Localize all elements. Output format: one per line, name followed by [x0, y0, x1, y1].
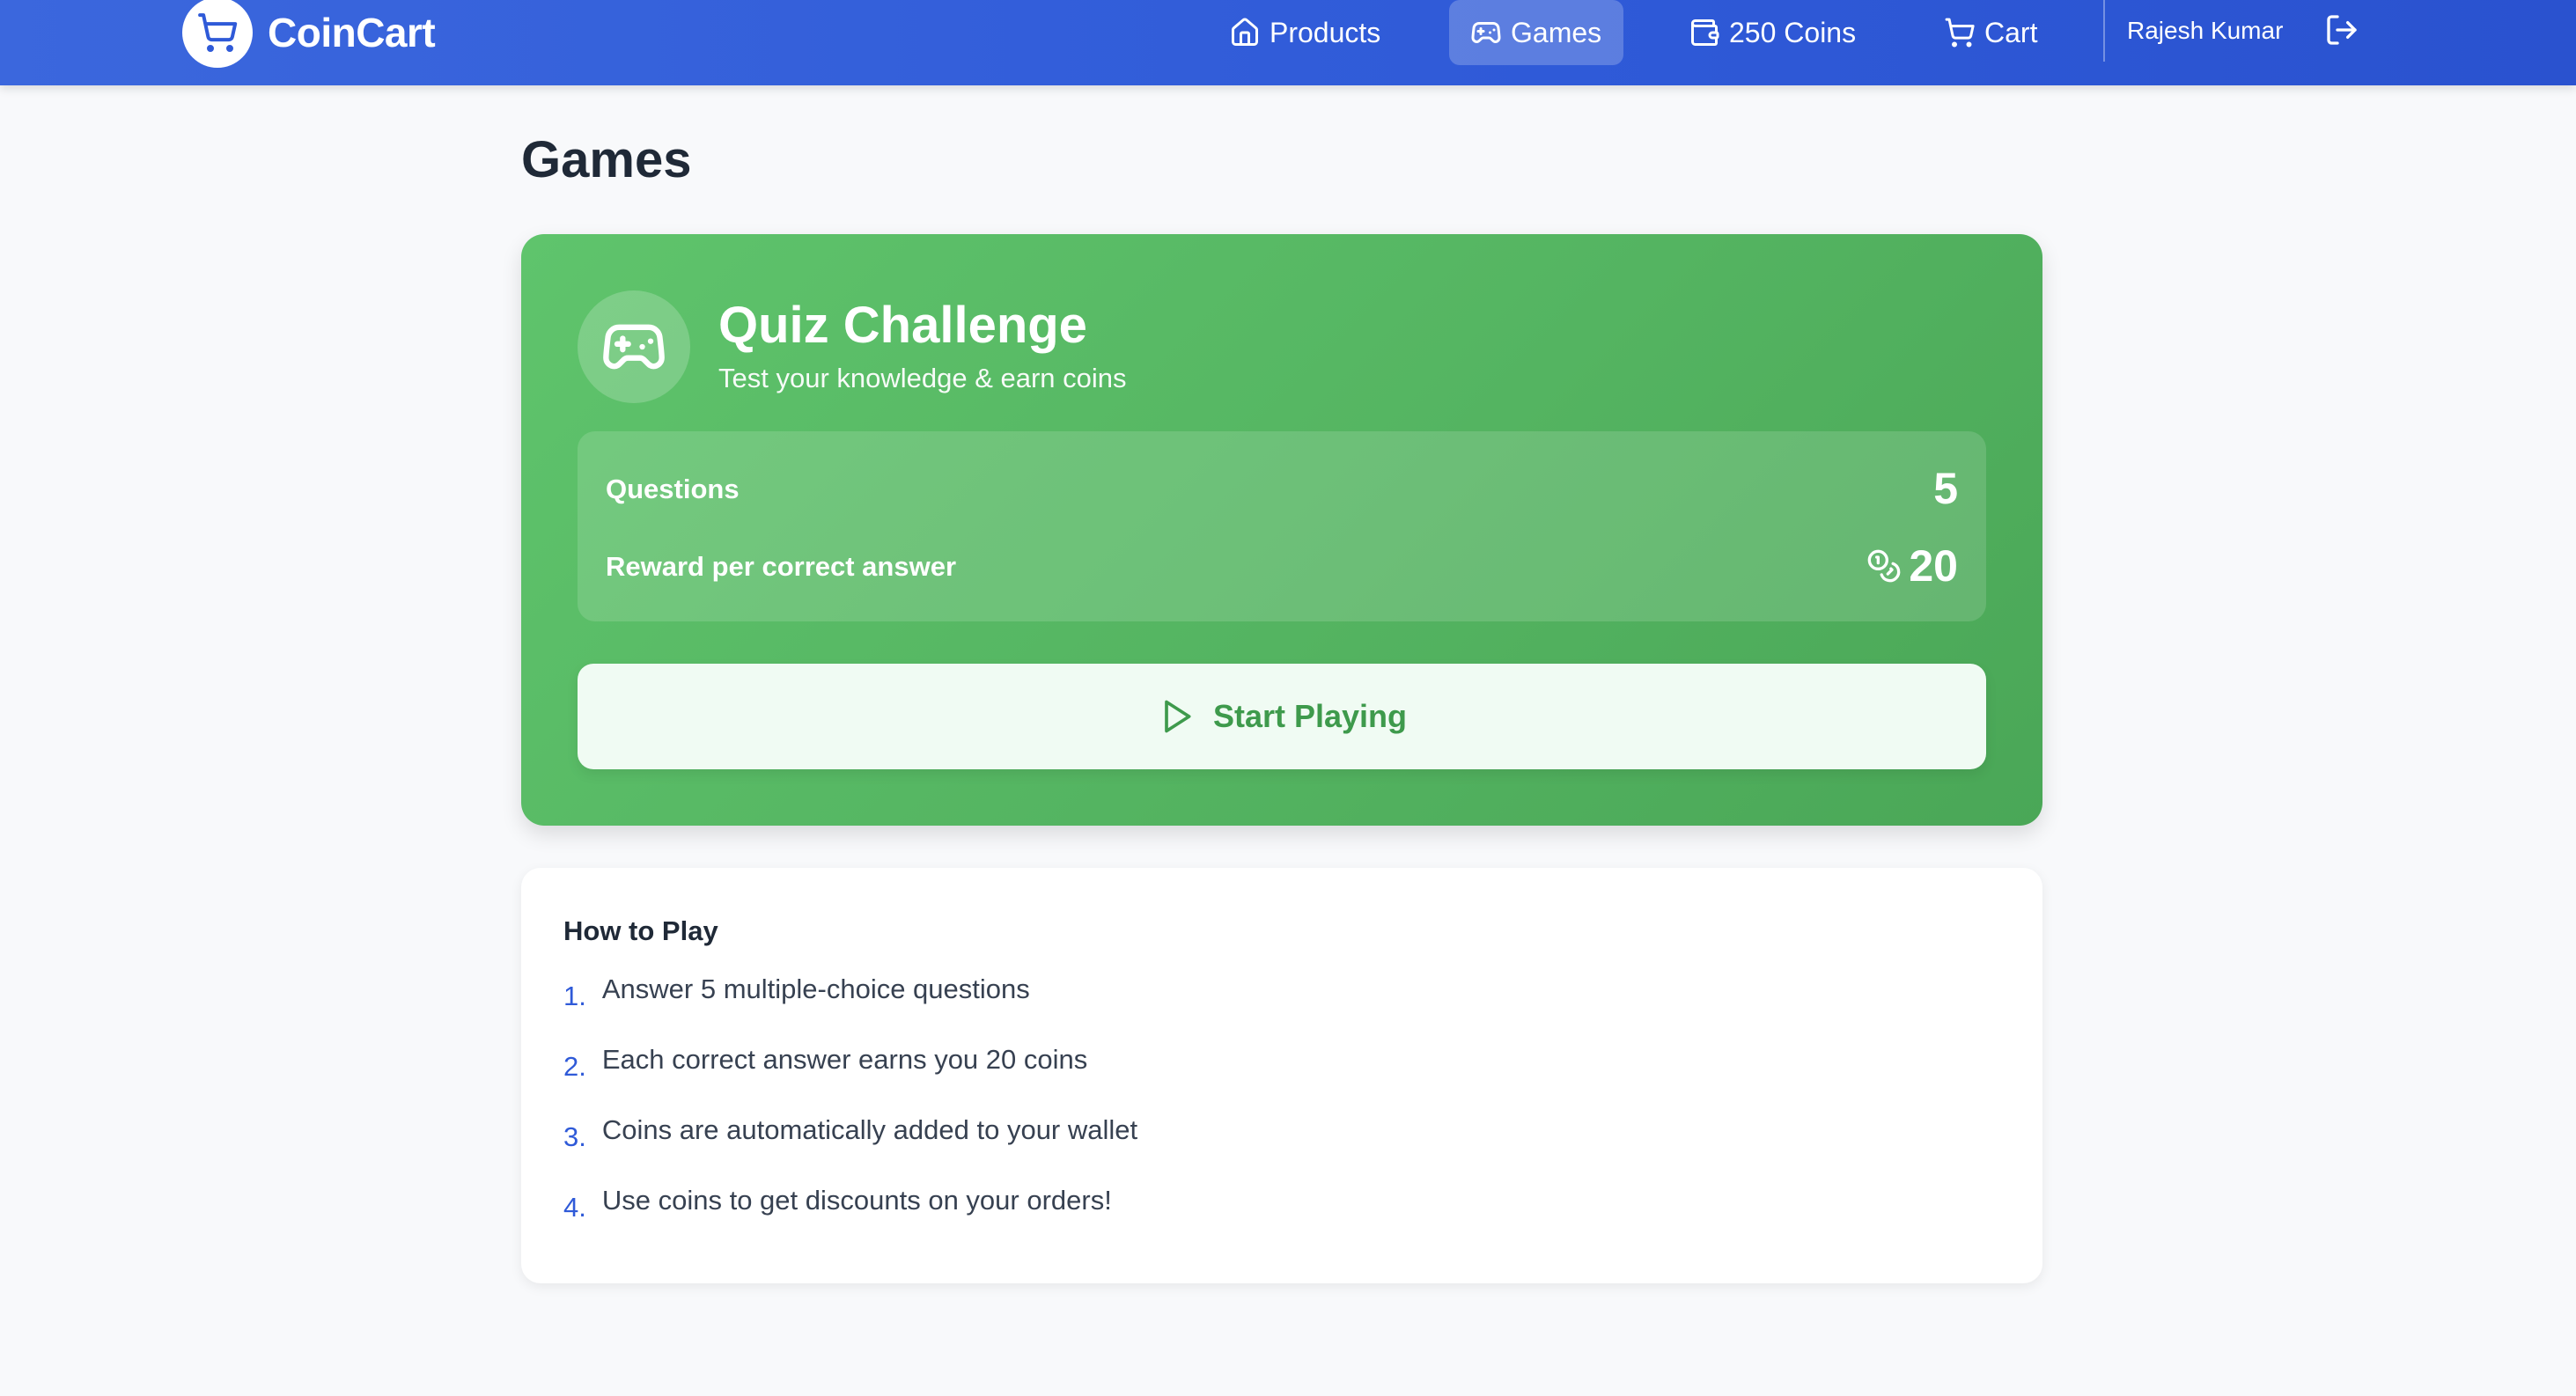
step-number: 4. [563, 1192, 586, 1223]
questions-label: Questions [606, 474, 740, 504]
step-text: Each correct answer earns you 20 coins [601, 1044, 1088, 1075]
list-item: 3. Coins are automatically added to your… [563, 1114, 1138, 1152]
step-number: 1. [563, 981, 586, 1011]
list-item: 2. Each correct answer earns you 20 coin… [563, 1044, 1088, 1082]
game-stats: Questions 5 Reward per correct answer 20 [578, 431, 1986, 621]
coins-icon [1868, 549, 1901, 583]
nav-cart-label: Cart [1984, 16, 2038, 48]
home-icon [1232, 18, 1258, 46]
wallet-icon [1691, 19, 1719, 46]
play-icon [1165, 700, 1191, 733]
nav-coins-label: 250 Coins [1729, 16, 1857, 48]
page-title: Games [521, 131, 692, 188]
nav-divider [2103, 0, 2105, 62]
user-name: Rajesh Kumar [2127, 17, 2284, 44]
gamepad-icon [1471, 22, 1501, 43]
quiz-game-card: Quiz Challenge Test your knowledge & ear… [521, 234, 2042, 826]
nav-cart[interactable]: Cart [1923, 0, 2058, 65]
logout-icon [2327, 15, 2357, 45]
reward-amount: 20 [1909, 541, 1958, 591]
step-text: Use coins to get discounts on your order… [601, 1185, 1112, 1216]
game-subtitle: Test your knowledge & earn coins [718, 363, 1127, 393]
step-text: Coins are automatically added to your wa… [601, 1114, 1138, 1145]
list-item: 1. Answer 5 multiple-choice questions [563, 974, 1030, 1011]
game-title: Quiz Challenge [718, 297, 1087, 354]
reward-label: Reward per correct answer [606, 551, 957, 582]
nav-games-label: Games [1511, 16, 1602, 48]
step-text: Answer 5 multiple-choice questions [601, 974, 1030, 1004]
reward-value: 20 [1866, 540, 1958, 591]
brand[interactable]: CoinCart [182, 0, 436, 70]
cart-logo-icon [182, 0, 253, 68]
top-navbar: CoinCart Products Games 250 Coins Cart R… [0, 0, 2576, 85]
nav-coins[interactable]: 250 Coins [1667, 0, 1877, 65]
nav-products[interactable]: Products [1208, 0, 1402, 65]
list-item: 4. Use coins to get discounts on your or… [563, 1185, 1112, 1223]
gamepad-icon [603, 324, 665, 370]
brand-name: CoinCart [268, 10, 436, 55]
nav-games[interactable]: Games [1449, 0, 1623, 65]
cart-icon [1945, 18, 1975, 48]
step-number: 2. [563, 1051, 586, 1082]
game-icon-circle [578, 290, 690, 403]
questions-value: 5 [1933, 463, 1958, 514]
start-playing-label: Start Playing [1212, 698, 1408, 734]
nav-products-label: Products [1270, 16, 1381, 48]
questions-count: 5 [1933, 464, 1958, 513]
how-to-play-card: How to Play 1. Answer 5 multiple-choice … [521, 868, 2042, 1283]
start-playing-button[interactable]: Start Playing [578, 664, 1986, 769]
logout-button[interactable] [2324, 12, 2359, 48]
step-number: 3. [563, 1121, 586, 1152]
how-to-play-title: How to Play [563, 915, 718, 946]
